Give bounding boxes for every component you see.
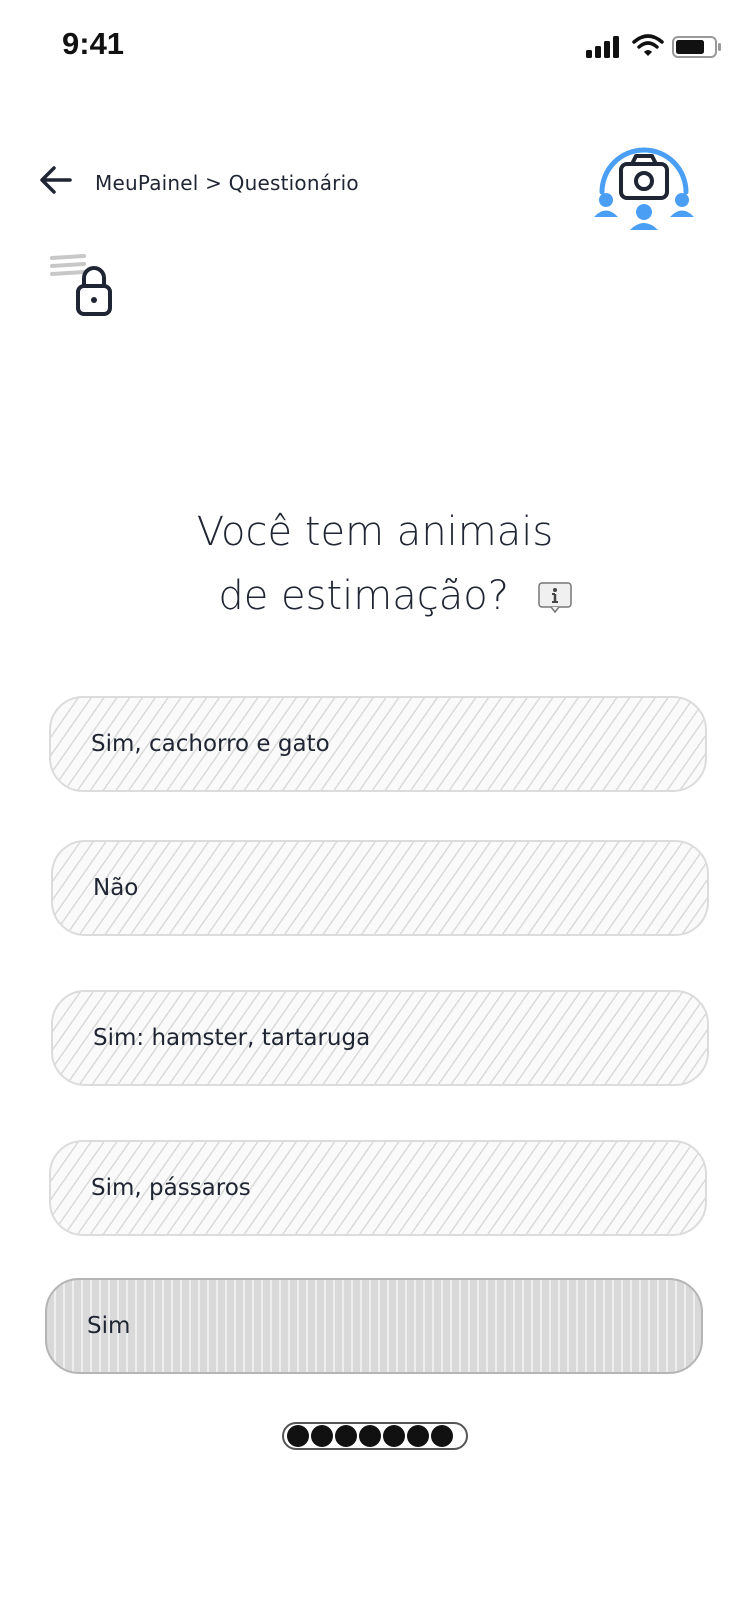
option-label: Sim, cachorro e gato [91, 731, 330, 757]
breadcrumb: MeuPainel > Questionário [95, 171, 359, 195]
progress-dot-filled [407, 1425, 429, 1447]
signal-icon [586, 36, 619, 58]
question-line-2: de estimação? [218, 573, 509, 619]
option-label: Sim [87, 1313, 131, 1339]
breadcrumb-home[interactable]: MeuPainel [95, 171, 199, 195]
back-arrow-icon[interactable] [36, 160, 76, 200]
question-line-1: Você tem animais [196, 509, 554, 555]
breadcrumb-separator: > [205, 171, 223, 195]
camera-badge-button[interactable] [594, 130, 694, 242]
lock-icon [76, 266, 112, 316]
option-sim-hamster-tartaruga[interactable]: Sim: hamster, tartaruga [51, 990, 709, 1086]
progress-dot-filled [335, 1425, 357, 1447]
status-bar: 9:41 [0, 0, 750, 90]
progress-indicator [282, 1422, 468, 1450]
progress-dot-filled [359, 1425, 381, 1447]
breadcrumb-current[interactable]: Questionário [229, 171, 359, 195]
option-label: Sim, pássaros [91, 1175, 251, 1201]
battery-icon [672, 36, 721, 58]
progress-dot-filled [383, 1425, 405, 1447]
question-title: Você tem animais de estimação? [0, 500, 750, 628]
progress-dot-filled [287, 1425, 309, 1447]
option-label: Não [93, 875, 139, 901]
progress-dot-filled [431, 1425, 453, 1447]
info-icon[interactable] [537, 582, 572, 614]
status-time: 9:41 [62, 26, 125, 61]
wifi-icon [632, 34, 664, 56]
question-line-2-wrap: de estimação? [178, 564, 572, 628]
option-nao[interactable]: Não [51, 840, 709, 936]
camera-icon [619, 154, 669, 200]
option-sim-passaros[interactable]: Sim, pássaros [49, 1140, 707, 1236]
option-sim-selected[interactable]: Sim [45, 1278, 703, 1374]
progress-dot-filled [311, 1425, 333, 1447]
lock-menu-indicator[interactable] [48, 252, 128, 322]
option-label: Sim: hamster, tartaruga [93, 1025, 371, 1051]
option-sim-cachorro-gato[interactable]: Sim, cachorro e gato [49, 696, 707, 792]
menu-lines-icon [50, 254, 86, 276]
